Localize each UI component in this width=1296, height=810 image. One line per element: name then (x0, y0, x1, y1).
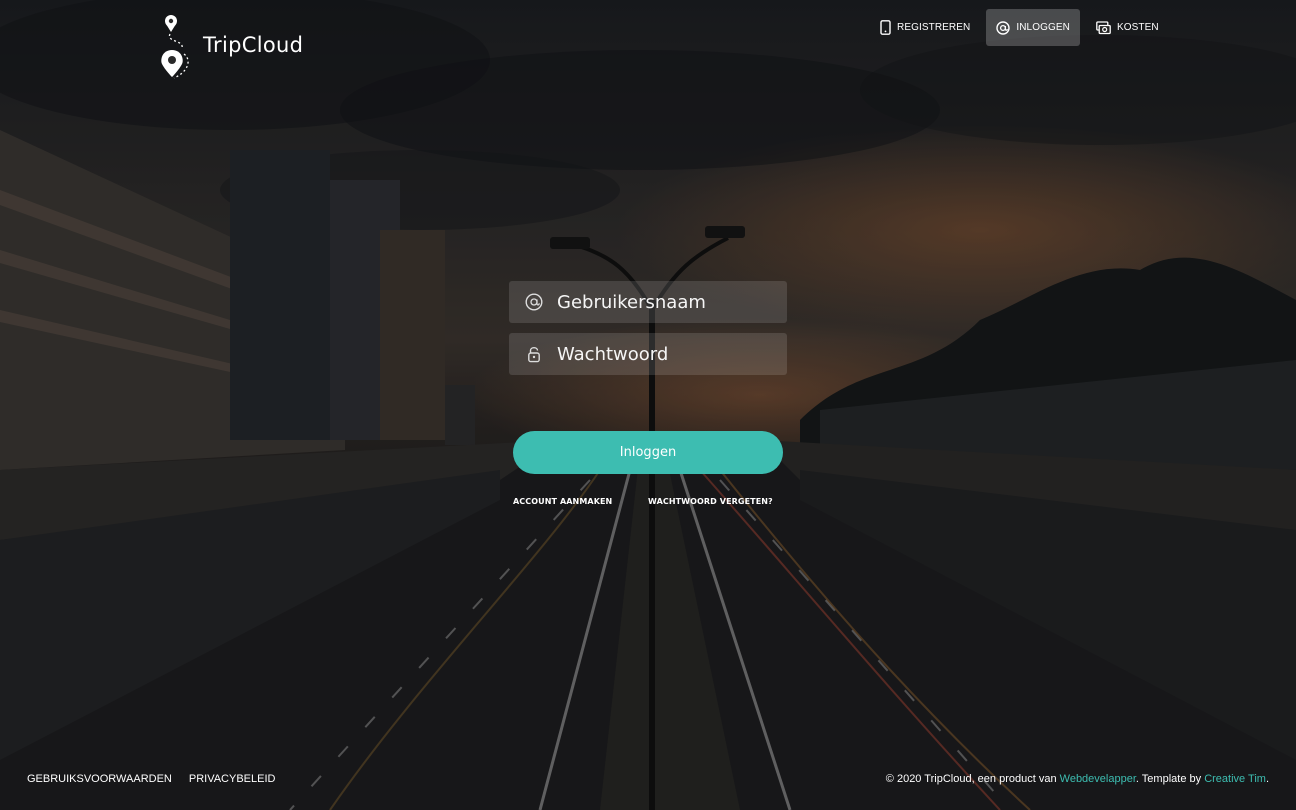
privacy-link[interactable]: PRIVACYBELEID (189, 773, 276, 785)
template-prefix: . Template by (1135, 773, 1202, 785)
password-placeholder: Wachtwoord (557, 343, 669, 365)
footer-links: GEBRUIKSVOORWAARDEN PRIVACYBELEID (27, 773, 275, 785)
brand-name: TripCloud (203, 33, 304, 57)
template-author-link[interactable]: Creative Tim (1204, 773, 1266, 785)
nav-costs-label: KOSTEN (1116, 22, 1159, 33)
forgot-password-link[interactable]: WACHTWOORD VERGETEN? (648, 497, 773, 506)
company-link[interactable]: Webdevelapper (1060, 773, 1136, 785)
nav-login[interactable]: INLOGGEN (986, 9, 1080, 46)
money-icon (1096, 20, 1111, 34)
terms-link[interactable]: GEBRUIKSVOORWAARDEN (27, 773, 172, 785)
map-pin-route-icon (161, 15, 189, 79)
at-icon (525, 293, 543, 311)
at-icon (996, 20, 1011, 35)
background-dim-overlay (0, 0, 1296, 810)
copyright-text: © 2020 TripCloud, een product van Webdev… (886, 773, 1269, 785)
nav-costs[interactable]: KOSTEN (1086, 9, 1169, 46)
login-button[interactable]: Inloggen (513, 431, 783, 474)
password-input[interactable]: Wachtwoord (509, 333, 787, 375)
copyright-prefix: © 2020 TripCloud, een product van (885, 773, 1057, 785)
login-page: TripCloud REGISTREREN INLOGGEN KOSTEN Ge… (0, 0, 1296, 810)
username-placeholder: Gebruikersnaam (557, 291, 706, 313)
nav-register[interactable]: REGISTREREN (870, 9, 980, 46)
lock-icon (528, 347, 540, 363)
mobile-icon (880, 20, 891, 35)
nav-register-label: REGISTREREN (897, 22, 971, 33)
top-nav: REGISTREREN INLOGGEN KOSTEN (870, 9, 1169, 46)
brand-logo[interactable]: TripCloud (158, 12, 303, 80)
username-input[interactable]: Gebruikersnaam (509, 281, 787, 323)
copyright-suffix: . (1265, 773, 1269, 785)
create-account-link[interactable]: ACCOUNT AANMAKEN (513, 497, 612, 506)
nav-login-label: INLOGGEN (1016, 22, 1070, 33)
